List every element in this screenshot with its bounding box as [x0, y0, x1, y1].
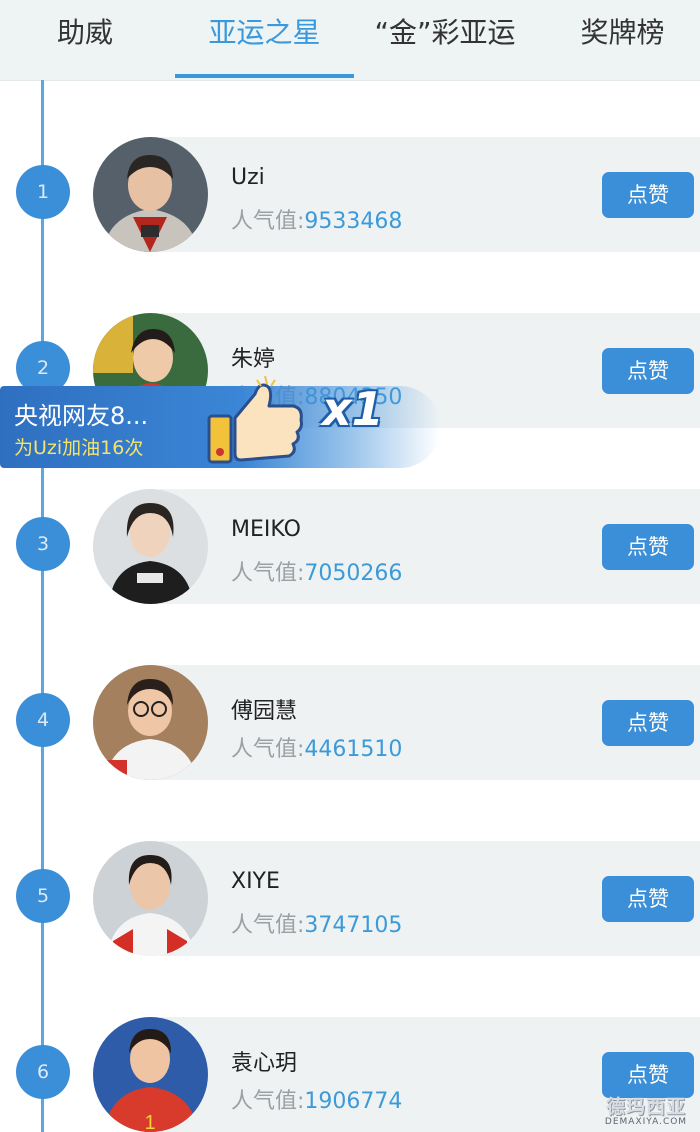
- like-button[interactable]: 点赞: [602, 876, 694, 922]
- popularity-value: 3747105: [304, 913, 403, 938]
- watermark-title: 德玛西亚: [605, 1096, 686, 1118]
- popularity-value: 4461510: [304, 737, 403, 762]
- tab-medal-table[interactable]: 奖牌榜: [560, 0, 685, 68]
- rank-badge: 6: [16, 1045, 70, 1099]
- popularity: 人气值:7050266: [231, 555, 402, 587]
- popularity: 人气值:1906774: [231, 1083, 402, 1115]
- list-item: 3 MEIKO 人气值:7050266 点赞: [0, 489, 700, 604]
- tab-bar: 助威 亚运之星 “金”彩亚运 奖牌榜: [0, 0, 700, 81]
- tab-gold-games[interactable]: “金”彩亚运: [360, 0, 530, 68]
- list-item: 1 Uzi 人气值:9533468 点赞: [0, 137, 700, 252]
- popularity-label: 人气值:: [231, 1089, 305, 1114]
- like-button[interactable]: 点赞: [602, 700, 694, 746]
- watermark: 德玛西亚 DEMAXIYA.COM: [594, 1092, 698, 1127]
- popularity: 人气值:9533468: [231, 203, 402, 235]
- avatar[interactable]: [93, 665, 208, 780]
- athlete-name: 袁心玥: [231, 1051, 298, 1076]
- like-button[interactable]: 点赞: [602, 348, 694, 394]
- avatar[interactable]: [93, 841, 208, 956]
- avatar[interactable]: [93, 489, 208, 604]
- athlete-name: 朱婷: [231, 347, 276, 372]
- popularity-label: 人气值:: [231, 913, 305, 938]
- popularity: 人气值:3747105: [231, 907, 402, 939]
- active-tab-indicator: [175, 74, 354, 78]
- watermark-url: DEMAXIYA.COM: [604, 1117, 688, 1127]
- rank-badge: 1: [16, 165, 70, 219]
- athlete-name: MEIKO: [231, 517, 301, 542]
- thumbs-up-icon: [205, 372, 307, 466]
- avatar[interactable]: [93, 137, 208, 252]
- athlete-name: Uzi: [231, 165, 265, 190]
- list-item: 5 XIYE 人气值:3747105 点赞: [0, 841, 700, 956]
- like-button[interactable]: 点赞: [602, 524, 694, 570]
- popularity: 人气值:4461510: [231, 731, 402, 763]
- rank-badge: 4: [16, 693, 70, 747]
- athlete-name: XIYE: [231, 869, 280, 894]
- svg-text:1: 1: [144, 1112, 155, 1132]
- like-button[interactable]: 点赞: [602, 172, 694, 218]
- tab-asian-games-stars[interactable]: 亚运之星: [175, 0, 354, 68]
- popularity-value: 1906774: [304, 1089, 403, 1114]
- athlete-name: 傅园慧: [231, 699, 298, 724]
- popularity-label: 人气值:: [231, 209, 305, 234]
- avatar[interactable]: 1: [93, 1017, 208, 1132]
- multiplier-label: x1: [322, 382, 384, 436]
- rank-badge: 5: [16, 869, 70, 923]
- tab-cheer[interactable]: 助威: [20, 0, 150, 68]
- popularity-value: 7050266: [304, 561, 403, 586]
- popularity-label: 人气值:: [231, 737, 305, 762]
- banner-subtitle: 为Uzi加油16次: [14, 437, 144, 459]
- banner-title: 央视网友8...: [14, 402, 149, 430]
- popularity-value: 9533468: [304, 209, 403, 234]
- popularity-label: 人气值:: [231, 561, 305, 586]
- rank-badge: 3: [16, 517, 70, 571]
- list-item: 4 傅园慧 人气值:4461510 点赞: [0, 665, 700, 780]
